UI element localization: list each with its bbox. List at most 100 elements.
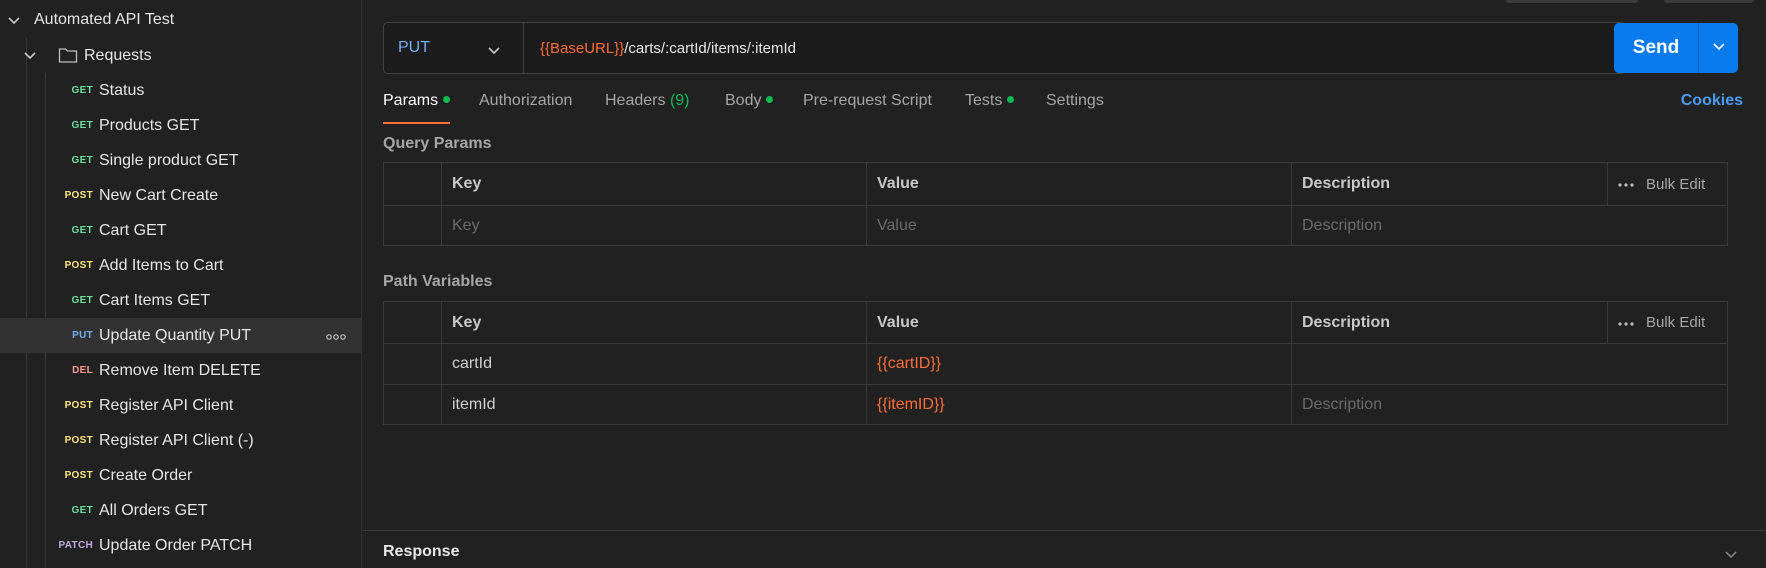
collection-row[interactable]: Automated API Test xyxy=(0,3,362,38)
method-badge: GET xyxy=(71,85,93,96)
row-checkbox-column xyxy=(384,302,441,343)
method-badge: PATCH xyxy=(58,540,93,551)
table-actions: Bulk Edit xyxy=(1607,163,1729,205)
request-name: Add Items to Cart xyxy=(99,257,224,274)
table-header-row: Key Value Description Bulk Edit xyxy=(384,163,1727,205)
tab-tests[interactable]: Tests xyxy=(965,92,1015,124)
request-name: Cart GET xyxy=(99,222,167,239)
request-name: Create Order xyxy=(99,467,193,484)
column-header-description: Description xyxy=(1291,163,1607,205)
row-checkbox-column xyxy=(384,385,441,424)
chevron-down-icon[interactable] xyxy=(1724,547,1738,565)
column-header-key: Key xyxy=(441,163,866,205)
value-input[interactable]: {{cartID}} xyxy=(866,344,1291,384)
method-badge: GET xyxy=(71,225,93,236)
description-input[interactable]: Description xyxy=(1291,385,1729,424)
url-bar: PUT {{BaseURL}}/carts/:cartId/items/:ite… xyxy=(383,22,1626,74)
tab-settings[interactable]: Settings xyxy=(1046,92,1104,124)
tab-headers[interactable]: Headers (9) xyxy=(605,92,690,124)
request-item[interactable]: POST New Cart Create xyxy=(0,178,362,213)
table-header-row: Key Value Description Bulk Edit xyxy=(384,302,1727,343)
query-params-table: Key Value Description Bulk Edit Key Valu… xyxy=(383,162,1728,246)
cookies-link[interactable]: Cookies xyxy=(1681,92,1743,110)
bulk-edit-button[interactable]: Bulk Edit xyxy=(1646,314,1705,331)
table-row: itemId {{itemID}} Description xyxy=(384,384,1727,424)
headers-count: (9) xyxy=(669,92,690,109)
request-name: Register API Client xyxy=(99,397,234,414)
request-item[interactable]: GET Cart Items GET xyxy=(0,283,362,318)
key-cell: cartId xyxy=(441,344,866,384)
request-name: Update Quantity PUT xyxy=(99,327,252,344)
request-item[interactable]: GET Single product GET xyxy=(0,143,362,178)
more-options-icon[interactable] xyxy=(1618,175,1634,193)
tab-label: Tests xyxy=(965,92,1003,109)
send-button[interactable]: Send xyxy=(1614,37,1698,59)
folder-name: Requests xyxy=(84,47,152,64)
request-name: Cart Items GET xyxy=(99,292,211,309)
method-badge: GET xyxy=(71,155,93,166)
method-badge: GET xyxy=(71,295,93,306)
request-item-active[interactable]: PUT Update Quantity PUT xyxy=(0,318,362,353)
request-item[interactable]: POST Add Items to Cart xyxy=(0,248,362,283)
folder-row[interactable]: Requests xyxy=(0,38,362,73)
request-item[interactable]: GET All Orders GET xyxy=(0,493,362,528)
send-options-button[interactable] xyxy=(1698,23,1738,73)
tab-label: Body xyxy=(725,92,762,109)
value-input[interactable]: {{itemID}} xyxy=(866,385,1291,424)
send-button-group: Send xyxy=(1614,23,1738,73)
tab-authorization[interactable]: Authorization xyxy=(479,92,572,124)
bulk-edit-button[interactable]: Bulk Edit xyxy=(1646,176,1705,193)
request-name: Register API Client (-) xyxy=(99,432,254,449)
description-input[interactable] xyxy=(1291,344,1729,384)
tab-body[interactable]: Body xyxy=(725,92,774,124)
description-input[interactable]: Description xyxy=(1291,206,1729,245)
request-item[interactable]: DEL Remove Item DELETE xyxy=(0,353,362,388)
path-variables-table: Key Value Description Bulk Edit cartId {… xyxy=(383,301,1728,425)
method-badge: PUT xyxy=(72,330,93,341)
folder-icon xyxy=(58,46,78,69)
tab-params[interactable]: Params xyxy=(383,92,451,124)
request-tabs: Params Authorization Headers (9) Body Pr… xyxy=(383,92,1743,124)
request-name: Remove Item DELETE xyxy=(99,362,261,379)
row-checkbox-column xyxy=(384,163,441,205)
status-dot xyxy=(766,96,774,103)
request-name: Status xyxy=(99,82,145,99)
request-item[interactable]: PATCH Update Order PATCH xyxy=(0,528,362,563)
more-options-icon[interactable] xyxy=(326,329,346,347)
more-options-icon[interactable] xyxy=(1618,314,1634,332)
method-badge: POST xyxy=(64,470,93,481)
request-item[interactable]: GET Cart GET xyxy=(0,213,362,248)
path-variables-title: Path Variables xyxy=(383,273,493,290)
tab-label: Params xyxy=(383,92,439,109)
method-badge: GET xyxy=(71,505,93,516)
collection-name: Automated API Test xyxy=(34,11,175,28)
value-input[interactable]: Value xyxy=(866,206,1291,245)
method-badge: DEL xyxy=(72,365,93,376)
request-item[interactable]: POST Create Order xyxy=(0,458,362,493)
request-item[interactable]: POST Register API Client (-) xyxy=(0,423,362,458)
tab-label: Authorization xyxy=(479,92,573,109)
tab-label: Settings xyxy=(1046,92,1104,109)
url-variable: {{BaseURL}} xyxy=(540,39,625,57)
column-header-value: Value xyxy=(866,163,1291,205)
request-item[interactable]: POST Register API Client xyxy=(0,388,362,423)
request-item[interactable]: GET Products GET xyxy=(0,108,362,143)
chevron-down-icon xyxy=(1712,39,1726,57)
tab-pre-request-script[interactable]: Pre-request Script xyxy=(803,92,932,124)
key-input[interactable]: Key xyxy=(441,206,866,245)
sidebar: Automated API Test Requests GET Status G… xyxy=(0,0,362,568)
table-row: Key Value Description xyxy=(384,205,1727,245)
response-title: Response xyxy=(383,543,460,560)
key-cell: itemId xyxy=(441,385,866,424)
request-name: Update Order PATCH xyxy=(99,537,253,554)
chevron-down-icon[interactable] xyxy=(24,51,36,61)
row-checkbox-column xyxy=(384,206,441,245)
method-select-value: PUT xyxy=(398,39,430,56)
table-row: cartId {{cartID}} xyxy=(384,343,1727,384)
url-input[interactable]: {{BaseURL}}/carts/:cartId/items/:itemId xyxy=(524,40,796,57)
chevron-down-icon[interactable] xyxy=(8,16,20,26)
method-select[interactable]: PUT xyxy=(384,23,524,73)
response-pane[interactable]: Response xyxy=(363,530,1766,568)
column-header-key: Key xyxy=(441,302,866,343)
request-item[interactable]: GET Status xyxy=(0,73,362,108)
